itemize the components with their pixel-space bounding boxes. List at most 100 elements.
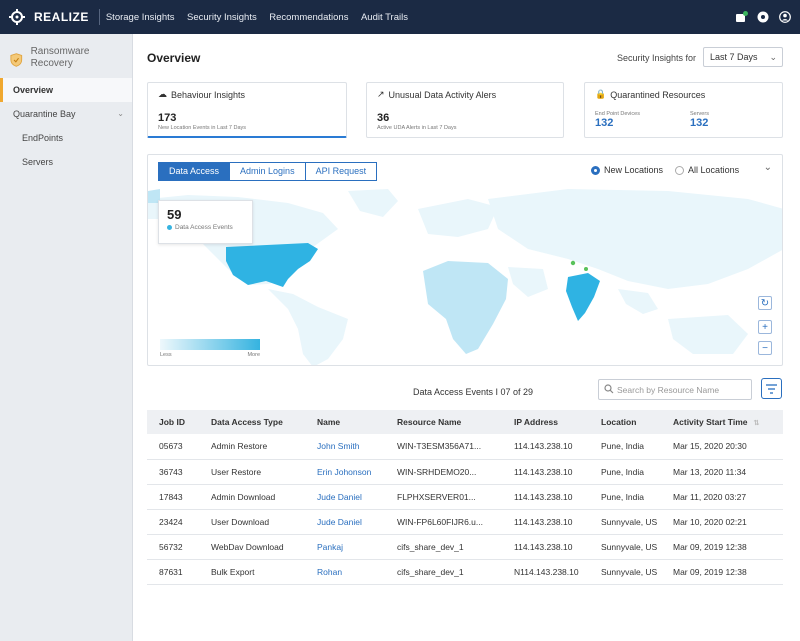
map-marker[interactable]: [584, 267, 588, 271]
col-ip-address[interactable]: IP Address: [502, 410, 589, 434]
cell-location: Sunnyvale, US: [589, 534, 661, 560]
map-region-india[interactable]: [566, 273, 600, 321]
cell-location: Pune, India: [589, 459, 661, 485]
unusual-data-activity-card[interactable]: ↗ Unusual Data Activity Alers 36 Active U…: [366, 82, 564, 138]
cell-data-access-type: User Download: [199, 509, 305, 535]
location-filter: New Locations All Locations: [591, 165, 739, 175]
help-icon[interactable]: [756, 10, 770, 24]
logo-icon[interactable]: [0, 0, 34, 34]
map-marker[interactable]: [570, 260, 576, 266]
cell-location: Sunnyvale, US: [589, 509, 661, 535]
search-placeholder: Search by Resource Name: [617, 385, 720, 395]
cell-resource-name: cifs_share_dev_1: [385, 534, 502, 560]
sidebar-item-servers[interactable]: Servers: [0, 150, 132, 174]
sidebar-title: Ransomware Recovery: [30, 46, 90, 69]
servers-count[interactable]: 132: [690, 117, 709, 129]
legend-less-label: Less: [160, 352, 172, 358]
col-location[interactable]: Location: [589, 410, 661, 434]
lock-icon: 🔒: [595, 89, 607, 99]
cell-name[interactable]: Jude Daniel: [305, 484, 385, 510]
cell-activity-start-time: Mar 13, 2020 11:34: [661, 459, 783, 485]
time-range-select[interactable]: Last 7 Days ⌄: [703, 47, 783, 67]
map-region-southeast-asia: [618, 289, 658, 314]
map-region-usa[interactable]: [226, 243, 318, 287]
sidebar-item-endpoints[interactable]: EndPoints: [0, 126, 132, 150]
cell-ip-address: N114.143.238.10: [502, 559, 589, 585]
endpoint-devices-count[interactable]: 132: [595, 117, 640, 129]
map-panel: Data Access Admin Logins API Request New…: [147, 154, 783, 366]
shield-icon: [10, 53, 23, 67]
cell-name[interactable]: Erin Johonson: [305, 459, 385, 485]
sidebar-item-quarantine-bay[interactable]: Quarantine Bay ⌄: [0, 102, 132, 126]
search-input[interactable]: Search by Resource Name: [598, 379, 752, 400]
table-row[interactable]: 87631 Bulk Export Rohan cifs_share_dev_1 N11…: [147, 559, 783, 585]
cell-data-access-type: User Restore: [199, 459, 305, 485]
behaviour-insights-card[interactable]: ☁ Behaviour Insights 173 New Location Eve…: [147, 82, 347, 138]
range-label: Security Insights for: [617, 53, 697, 63]
notifications-icon[interactable]: [734, 10, 748, 24]
cell-resource-name: WIN-FP6L60FIJR6.u...: [385, 509, 502, 535]
col-job-id[interactable]: Job ID: [147, 410, 199, 434]
nav-recommendations[interactable]: Recommendations: [269, 12, 348, 23]
sidebar: Ransomware Recovery Overview Quarantine …: [0, 34, 133, 641]
table-row[interactable]: 56732 WebDav Download Pankaj cifs_share_dev…: [147, 534, 783, 560]
sidebar-item-label: Overview: [13, 85, 54, 95]
search-icon: [604, 384, 614, 394]
card-value: 173: [158, 112, 177, 124]
table-row[interactable]: 23424 User Download Jude Daniel WIN-FP6L60F…: [147, 509, 783, 535]
sort-icon[interactable]: ⇅: [753, 420, 759, 427]
cell-resource-name: FLPHXSERVER01...: [385, 484, 502, 510]
main-content: Overview Security Insights for Last 7 Da…: [133, 34, 800, 641]
top-navigation-bar: REALIZE Storage Insights Security Insigh…: [0, 0, 800, 34]
zoom-in-icon[interactable]: +: [758, 320, 772, 334]
map-tabs: Data Access Admin Logins API Request: [158, 162, 378, 181]
cell-job-id: 36743: [147, 459, 199, 485]
sidebar-item-overview[interactable]: Overview: [0, 78, 132, 102]
col-data-access-type[interactable]: Data Access Type: [199, 410, 305, 434]
col-activity-start-time[interactable]: Activity Start Time ⇅: [661, 410, 783, 434]
cell-location: Sunnyvale, US: [589, 559, 661, 585]
map-tooltip: 59 Data Access Events: [158, 200, 253, 244]
table-row[interactable]: 05673 Admin Restore John Smith WIN-T3ESM356…: [147, 434, 783, 460]
tooltip-value: 59: [167, 207, 182, 222]
card-title: Behaviour Insights: [171, 89, 246, 100]
table-row[interactable]: 36743 User Restore Erin Johonson WIN-SRHDEM…: [147, 459, 783, 485]
tab-admin-logins[interactable]: Admin Logins: [229, 162, 306, 181]
quarantined-resources-card[interactable]: 🔒 Quarantined Resources End Point Devices…: [584, 82, 783, 138]
cell-activity-start-time: Mar 15, 2020 20:30: [661, 434, 783, 460]
cell-location: Pune, India: [589, 434, 661, 460]
cell-resource-name: WIN-SRHDEMO20...: [385, 459, 502, 485]
map-legend: Less More: [160, 339, 260, 358]
tab-data-access[interactable]: Data Access: [158, 162, 231, 181]
sidebar-header: Ransomware Recovery: [0, 34, 132, 78]
tab-api-request[interactable]: API Request: [304, 162, 378, 181]
map-region-greenland: [348, 189, 398, 217]
cell-ip-address: 114.143.238.10: [502, 459, 589, 485]
cell-name[interactable]: Pankaj: [305, 534, 385, 560]
cell-ip-address: 114.143.238.10: [502, 534, 589, 560]
zoom-out-icon[interactable]: −: [758, 341, 772, 355]
time-range-value: Last 7 Days: [710, 52, 758, 62]
reset-view-icon[interactable]: ↻: [758, 296, 772, 310]
chevron-down-icon[interactable]: ⌄: [764, 162, 772, 173]
cell-data-access-type: Bulk Export: [199, 559, 305, 585]
cell-name[interactable]: Jude Daniel: [305, 509, 385, 535]
card-subtitle: New Location Events in Last 7 Days: [158, 125, 247, 131]
nav-storage-insights[interactable]: Storage Insights: [106, 12, 175, 23]
radio-new-locations-label: New Locations: [604, 165, 664, 175]
cell-name[interactable]: Rohan: [305, 559, 385, 585]
nav-security-insights[interactable]: Security Insights: [187, 12, 257, 23]
radio-new-locations[interactable]: [591, 165, 600, 175]
table-row[interactable]: 17843 Admin Download Jude Daniel FLPHXSERVE…: [147, 484, 783, 510]
cell-name[interactable]: John Smith: [305, 434, 385, 460]
col-name[interactable]: Name: [305, 410, 385, 434]
radio-all-locations[interactable]: [675, 165, 685, 175]
cell-job-id: 56732: [147, 534, 199, 560]
col-resource-name[interactable]: Resource Name: [385, 410, 502, 434]
nav-audit-trails[interactable]: Audit Trails: [361, 12, 408, 23]
main-nav: Storage Insights Security Insights Recom…: [106, 12, 418, 23]
map-region-africa[interactable]: [423, 261, 508, 354]
cell-ip-address: 114.143.238.10: [502, 509, 589, 535]
user-profile-icon[interactable]: [778, 10, 792, 24]
filter-button[interactable]: [761, 378, 782, 399]
